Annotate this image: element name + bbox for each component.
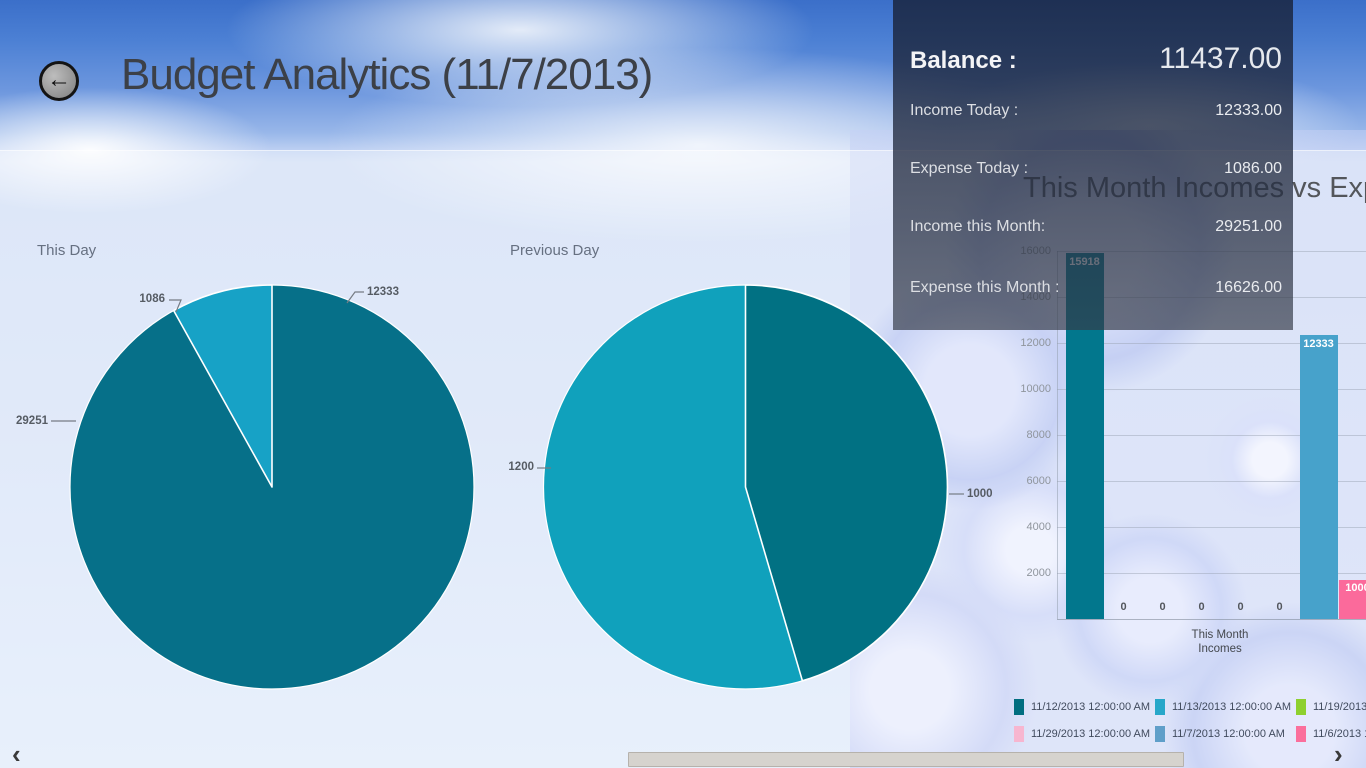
legend-date-label: 11/12/2013 12:00:00 AM [1031, 701, 1150, 713]
legend-item: 11/6/2013 12:00:00 AM [1296, 726, 1366, 742]
bar-12333: 12333 [1300, 335, 1338, 619]
horizontal-scrollbar-thumb[interactable] [628, 752, 1184, 767]
y-axis-tick-label: 4000 [1007, 521, 1051, 533]
bar-value-label: 12333 [1300, 338, 1338, 350]
pie-label-1000: 1000 [967, 488, 993, 500]
pie-label-1200: 1200 [508, 461, 534, 473]
page-title: Budget Analytics (11/7/2013) [121, 50, 652, 100]
legend-date-label: 11/19/2013 12:00:00 AM [1313, 701, 1366, 713]
bar-zero-label: 0 [1222, 601, 1260, 613]
summary-label: Expense Today : [910, 160, 1028, 178]
bar-zero-label: 0 [1183, 601, 1221, 613]
app-window: This Month Incomes vs Expenses This Mont… [0, 0, 1366, 768]
legend-date-label: 11/13/2013 12:00:00 AM [1172, 701, 1291, 713]
y-axis-tick-label: 6000 [1007, 475, 1051, 487]
summary-row: Expense this Month : 16626.00 [910, 262, 1282, 330]
pie-label-12333: 12333 [367, 286, 399, 298]
legend-date-label: 11/7/2013 12:00:00 AM [1172, 728, 1285, 740]
scroll-left-icon[interactable]: ‹ [12, 744, 21, 764]
summary-label: Income this Month: [910, 218, 1045, 236]
pie-title-previous-day: Previous Day [510, 242, 599, 259]
y-axis-tick-label: 8000 [1007, 429, 1051, 441]
y-axis-tick-label: 12000 [1007, 337, 1051, 349]
bar-zero-label: 0 [1105, 601, 1143, 613]
app-header: ← Budget Analytics (11/7/2013) [0, 0, 1366, 130]
bar-zero-label: 0 [1261, 601, 1299, 613]
bar-chart-x-axis-label: This Month Incomes [1178, 628, 1262, 656]
legend-swatch [1014, 726, 1024, 742]
summary-value: 29251.00 [1215, 218, 1282, 236]
bar-value-label: 1000 [1339, 580, 1366, 596]
legend-item: 11/29/2013 12:00:00 AM [1014, 726, 1155, 742]
back-arrow-icon: ← [47, 68, 71, 92]
legend-swatch [1155, 699, 1165, 715]
legend-item: 11/12/2013 12:00:00 AM [1014, 699, 1155, 715]
bar-zero-label: 0 [1144, 601, 1182, 613]
back-button[interactable]: ← [39, 61, 79, 101]
summary-value: 1086.00 [1224, 160, 1282, 178]
legend-swatch [1155, 726, 1165, 742]
legend-item: 11/13/2013 12:00:00 AM [1155, 699, 1296, 715]
y-axis-tick-label: 2000 [1007, 567, 1051, 579]
bar-1000: 1000 [1339, 596, 1366, 619]
legend-swatch [1296, 726, 1306, 742]
summary-value: 16626.00 [1215, 279, 1282, 297]
y-axis-tick-label: 10000 [1007, 383, 1051, 395]
legend-item: 11/19/2013 12:00:00 AM [1296, 699, 1366, 715]
legend-swatch [1014, 699, 1024, 715]
summary-row: Income this Month: 29251.00 [910, 202, 1282, 262]
summary-label: Expense this Month : [910, 279, 1059, 297]
x-axis-line [1057, 619, 1366, 620]
summary-row: Expense Today : 1086.00 [910, 144, 1282, 202]
scroll-right-icon[interactable]: › [1334, 744, 1343, 764]
legend-item: 11/7/2013 12:00:00 AM [1155, 726, 1296, 742]
pie-title-this-day: This Day [37, 242, 96, 259]
legend-swatch [1296, 699, 1306, 715]
pie-label-29251: 29251 [16, 415, 48, 427]
chart-legend: 11/12/2013 12:00:00 AM 11/13/2013 12:00:0… [1014, 699, 1366, 742]
legend-date-label: 11/29/2013 12:00:00 AM [1031, 728, 1150, 740]
pie-label-1086: 1086 [139, 293, 165, 305]
